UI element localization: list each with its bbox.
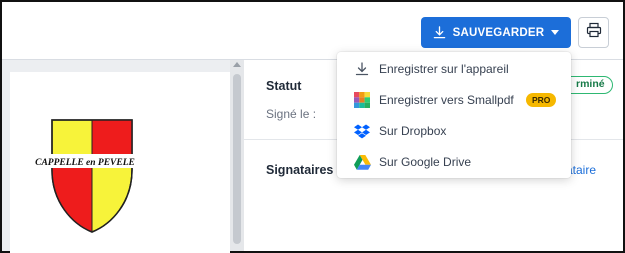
- menu-item-save-device[interactable]: Enregistrer sur l'appareil: [337, 54, 571, 84]
- signers-heading: Signataires: [266, 163, 334, 177]
- signed-date-label: Signé le :: [266, 107, 317, 121]
- download-icon: [353, 60, 371, 78]
- download-icon: [433, 26, 446, 39]
- smallpdf-icon: [353, 91, 371, 109]
- chevron-down-icon: [551, 29, 560, 36]
- status-heading: Statut: [266, 79, 302, 93]
- document-viewer[interactable]: CAPPELLE en PEVELE: [2, 60, 230, 253]
- menu-item-label: Enregistrer sur l'appareil: [379, 62, 509, 76]
- save-button-label: SAUVEGARDER: [452, 26, 545, 39]
- dropbox-icon: [353, 122, 371, 140]
- document-page: CAPPELLE en PEVELE: [10, 72, 230, 253]
- crest-caption: CAPPELLE en PEVELE: [35, 158, 135, 168]
- scroll-up-arrow-icon[interactable]: [233, 62, 241, 67]
- pro-badge: PRO: [526, 93, 557, 107]
- google-drive-icon: [353, 153, 371, 171]
- printer-icon: [586, 22, 602, 43]
- scrollbar-thumb[interactable]: [233, 74, 241, 244]
- menu-item-save-smallpdf[interactable]: Enregistrer vers Smallpdf PRO: [337, 85, 571, 115]
- coat-of-arms-image: CAPPELLE en PEVELE: [10, 119, 160, 233]
- menu-item-google-drive[interactable]: Sur Google Drive: [337, 147, 571, 177]
- save-button[interactable]: SAUVEGARDER: [421, 17, 571, 48]
- menu-item-label: Sur Dropbox: [379, 124, 447, 138]
- menu-item-label: Sur Google Drive: [379, 155, 472, 169]
- print-button[interactable]: [578, 17, 609, 48]
- save-dropdown-menu: Enregistrer sur l'appareil Enregistrer v…: [337, 52, 571, 178]
- menu-item-label: Enregistrer vers Smallpdf: [379, 93, 514, 107]
- menu-item-dropbox[interactable]: Sur Dropbox: [337, 116, 571, 146]
